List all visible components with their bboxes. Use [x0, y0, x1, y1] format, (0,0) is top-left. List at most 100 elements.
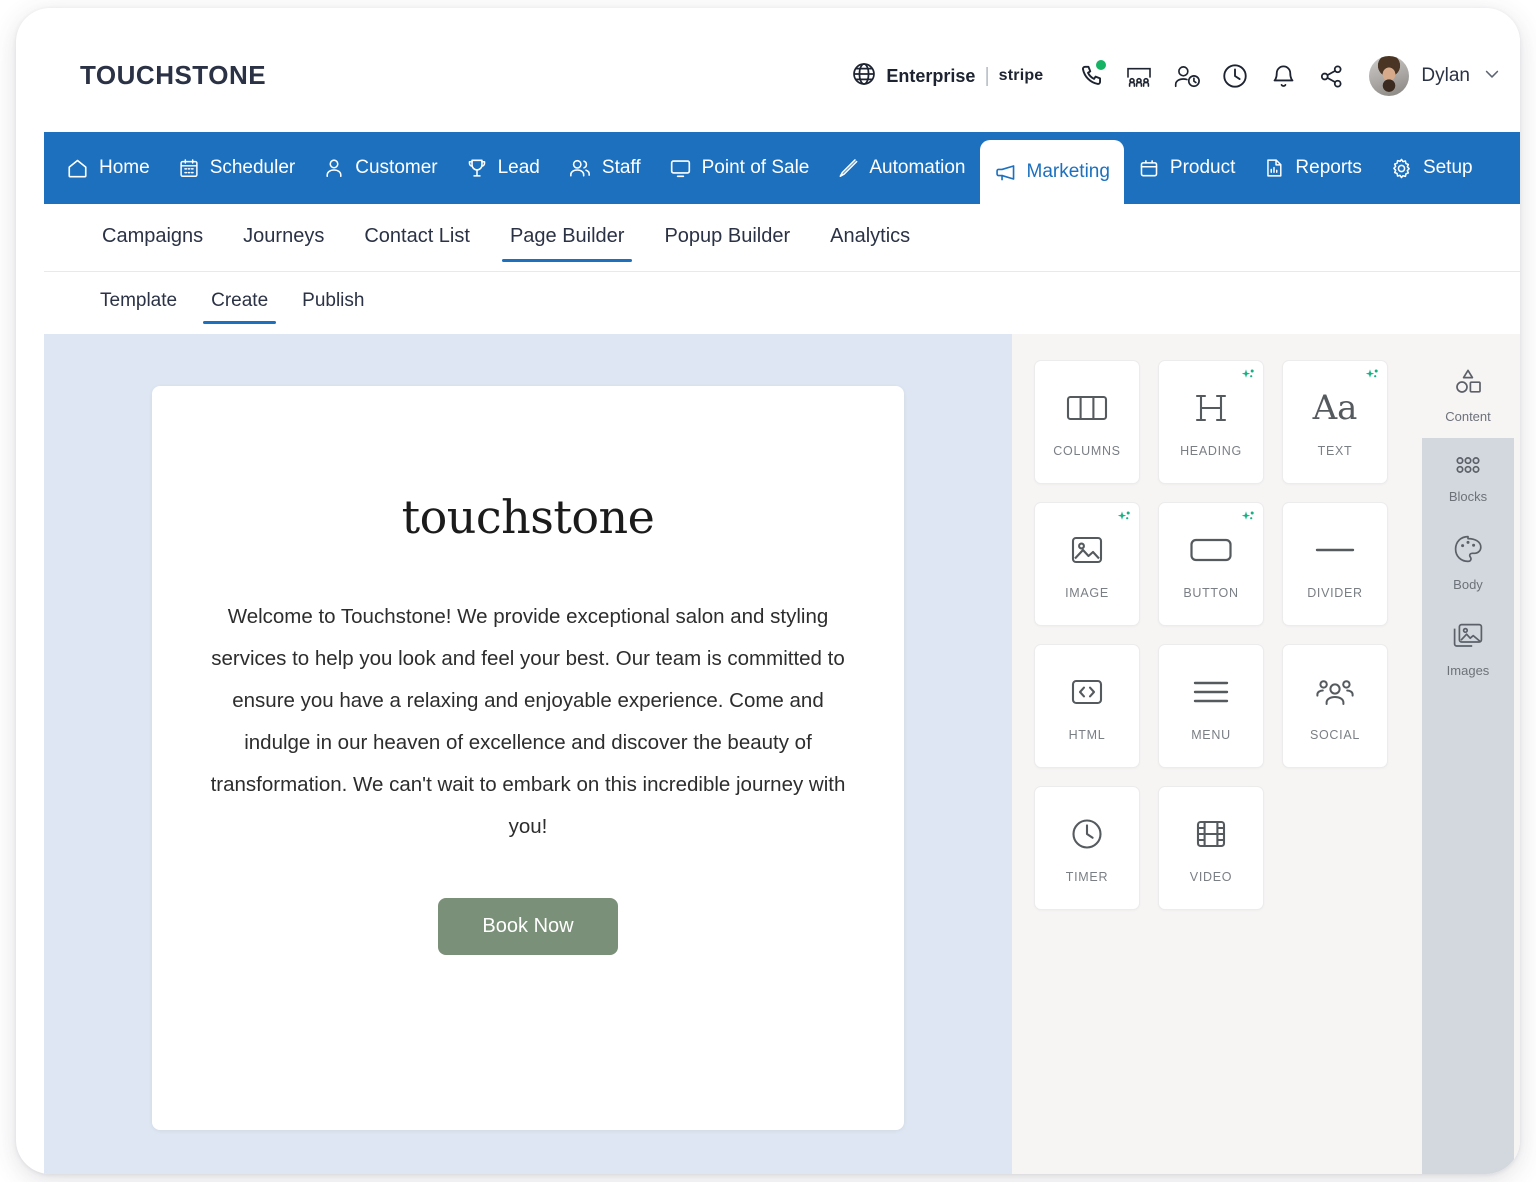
search-icon[interactable]: [1503, 132, 1520, 204]
widget-html[interactable]: HTML: [1034, 644, 1140, 768]
rail-item-content[interactable]: Content: [1416, 352, 1520, 438]
chevron-down-icon[interactable]: [1482, 64, 1502, 89]
ai-sparkle-icon: [1364, 368, 1380, 389]
rail-label: Blocks: [1448, 489, 1488, 504]
rail-item-body[interactable]: Body: [1416, 518, 1520, 606]
widget-label: COLUMNS: [1053, 444, 1121, 458]
tab-analytics[interactable]: Analytics: [812, 213, 928, 262]
video-icon: [1194, 812, 1228, 856]
report-icon: [1263, 157, 1285, 179]
widget-label: IMAGE: [1065, 586, 1109, 600]
clock-icon[interactable]: [1211, 56, 1259, 96]
rail-label: Images: [1446, 663, 1490, 678]
plan-name: Enterprise: [886, 65, 976, 86]
nav-label: Lead: [497, 157, 540, 178]
rail-label: Body: [1453, 577, 1483, 592]
secondary-nav: Campaigns Journeys Contact List Page Bui…: [44, 204, 1520, 272]
nav-item-customer[interactable]: Customer: [309, 132, 451, 204]
widget-label: DIVIDER: [1307, 586, 1363, 600]
grid-dots-icon: [1454, 454, 1482, 481]
pen-icon: [837, 157, 859, 179]
tab-popup-builder[interactable]: Popup Builder: [646, 213, 808, 262]
nav-item-marketing[interactable]: Marketing: [979, 140, 1124, 204]
plan-separator: |: [984, 64, 990, 87]
rail-item-blocks[interactable]: Blocks: [1416, 438, 1520, 518]
ai-sparkle-icon: [1116, 510, 1132, 531]
gear-icon: [1390, 157, 1413, 180]
page-preview-card[interactable]: touchstone Welcome to Touchstone! We pro…: [152, 386, 904, 1130]
widget-label: TIMER: [1065, 870, 1109, 884]
phone-icon[interactable]: [1067, 56, 1115, 96]
nav-item-home[interactable]: Home: [52, 132, 164, 204]
plan-indicator[interactable]: Enterprise | stripe: [851, 61, 1043, 92]
meeting-room-icon[interactable]: [1115, 56, 1163, 96]
nav-item-scheduler[interactable]: Scheduler: [164, 132, 310, 204]
tab-publish[interactable]: Publish: [286, 280, 380, 326]
users-icon: [568, 157, 592, 179]
megaphone-icon: [994, 161, 1017, 184]
page-body-text[interactable]: Welcome to Touchstone! We provide except…: [208, 596, 848, 848]
brand-logo: TOUCHSTONE: [80, 60, 267, 90]
widget-label: HTML: [1068, 728, 1106, 742]
ai-sparkle-icon: [1240, 368, 1256, 389]
canvas-area[interactable]: touchstone Welcome to Touchstone! We pro…: [44, 334, 1012, 1174]
rail-label: Content: [1445, 409, 1491, 424]
button-icon: [1189, 528, 1233, 572]
trophy-icon: [466, 157, 488, 179]
nav-label: Point of Sale: [701, 157, 810, 178]
share-icon[interactable]: [1307, 56, 1355, 96]
calendar-icon: [178, 157, 200, 179]
widget-video[interactable]: VIDEO: [1158, 786, 1264, 910]
nav-label: Scheduler: [209, 157, 296, 178]
widget-label: SOCIAL: [1309, 728, 1361, 742]
widget-social[interactable]: SOCIAL: [1282, 644, 1388, 768]
bell-icon[interactable]: [1259, 56, 1307, 96]
tab-template[interactable]: Template: [84, 280, 193, 326]
nav-label: Product: [1169, 157, 1236, 178]
shapes-icon: [1453, 368, 1483, 401]
nav-item-automation[interactable]: Automation: [823, 132, 979, 204]
text-icon: Aa: [1312, 388, 1358, 428]
widget-image[interactable]: IMAGE: [1034, 502, 1140, 626]
third-nav: Template Create Publish: [44, 272, 1520, 334]
nav-item-setup[interactable]: Setup: [1376, 132, 1487, 204]
widget-label: TEXT: [1317, 444, 1353, 458]
nav-label: Marketing: [1026, 161, 1110, 182]
nav-item-reports[interactable]: Reports: [1249, 132, 1376, 204]
widget-timer[interactable]: TIMER: [1034, 786, 1140, 910]
user-menu[interactable]: Dylan: [1369, 56, 1502, 96]
columns-icon: [1066, 386, 1108, 430]
rail-item-images[interactable]: Images: [1416, 606, 1520, 692]
presence-dot: [1096, 60, 1107, 70]
tab-journeys[interactable]: Journeys: [225, 213, 342, 262]
nav-item-product[interactable]: Product: [1124, 132, 1249, 204]
nav-item-lead[interactable]: Lead: [452, 132, 554, 204]
widget-columns[interactable]: COLUMNS: [1034, 360, 1140, 484]
nav-label: Home: [99, 157, 150, 178]
nav-label: Reports: [1295, 157, 1362, 178]
tab-page-builder[interactable]: Page Builder: [492, 213, 643, 262]
page-logo-text: touchstone: [401, 490, 655, 544]
widget-button[interactable]: BUTTON: [1158, 502, 1264, 626]
book-now-button[interactable]: Book Now: [438, 898, 618, 956]
app-screen: TOUCHSTONE Enterprise | stripe Dylan Hom…: [44, 20, 1520, 1174]
stripe-label: stripe: [998, 67, 1044, 84]
nav-label: Setup: [1422, 157, 1473, 178]
bag-icon: [1138, 157, 1160, 179]
tab-contact-list[interactable]: Contact List: [346, 213, 488, 262]
widget-text[interactable]: Aa TEXT: [1282, 360, 1388, 484]
widget-palette: COLUMNS HEADING Aa TEXT IMAGE BUTTON DIV…: [1012, 334, 1416, 1174]
widget-menu[interactable]: MENU: [1158, 644, 1264, 768]
tab-campaigns[interactable]: Campaigns: [84, 213, 221, 262]
tab-create[interactable]: Create: [195, 280, 284, 326]
user-clock-icon[interactable]: [1163, 56, 1211, 96]
app-window-frame: TOUCHSTONE Enterprise | stripe Dylan Hom…: [16, 8, 1520, 1174]
nav-item-point-of-sale[interactable]: Point of Sale: [655, 132, 824, 204]
widget-heading[interactable]: HEADING: [1158, 360, 1264, 484]
code-icon: [1069, 670, 1105, 714]
social-icon: [1315, 670, 1355, 714]
nav-item-staff[interactable]: Staff: [554, 132, 655, 204]
widget-divider[interactable]: DIVIDER: [1282, 502, 1388, 626]
widget-label: MENU: [1191, 728, 1231, 742]
widget-label: HEADING: [1180, 444, 1242, 458]
